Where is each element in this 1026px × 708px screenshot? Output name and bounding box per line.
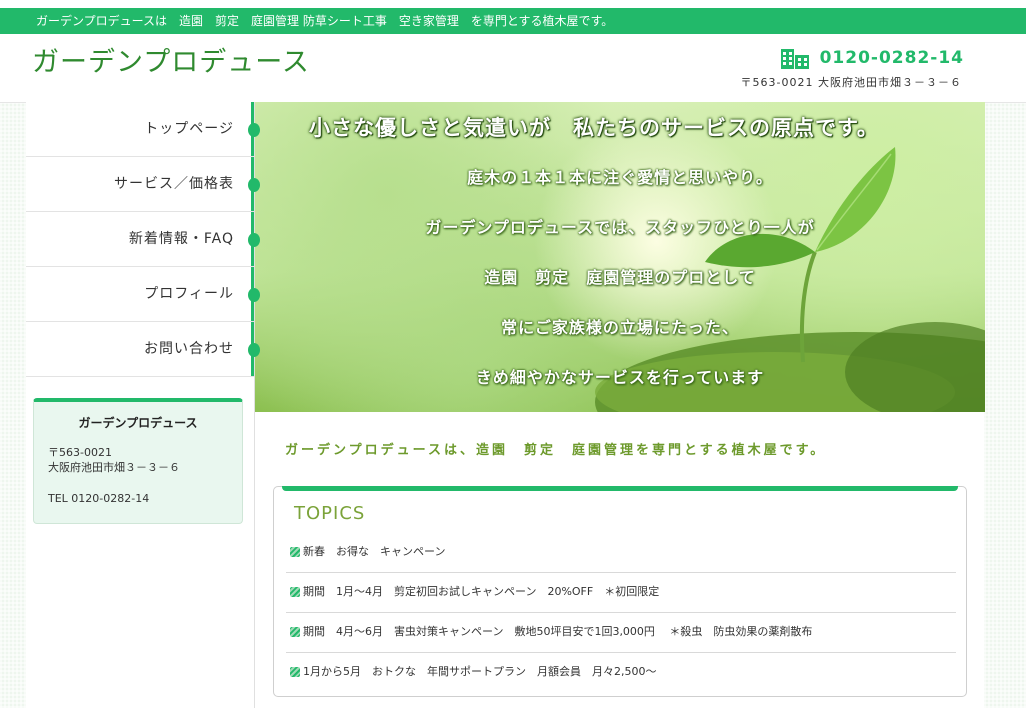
topics-accent-bar: [282, 486, 958, 491]
stripe-bullet-icon: [290, 667, 300, 677]
hero-line: 常にご家族様の立場にたった、: [501, 318, 739, 337]
nav-item-label: 新着情報・FAQ: [128, 231, 234, 247]
topics-panel: TOPICS 新春 お得な キャンペーン 期間 1月～4月 剪定初回お試しキャン…: [273, 486, 967, 697]
nav-item-news[interactable]: 新着情報・FAQ: [26, 212, 260, 267]
info-address: 大阪府池田市畑３－３－６: [48, 461, 180, 474]
nav-item-label: サービス／価格表: [114, 176, 234, 192]
nav-item-contact[interactable]: お問い合わせ: [26, 322, 260, 377]
nav-marker: [248, 233, 260, 247]
tagline-bar: ガーデンプロデュースは 造園 剪定 庭園管理 防草シート工事 空き家管理 を専門…: [0, 8, 1026, 34]
topic-list: 新春 お得な キャンペーン 期間 1月～4月 剪定初回お試しキャンペーン 20%…: [286, 533, 956, 692]
topic-text: 1月から5月 おトクな 年間サポートプラン 月額会員 月々2,500～: [303, 665, 657, 678]
stripe-bullet-icon: [290, 627, 300, 637]
nav-item-services[interactable]: サービス／価格表: [26, 157, 260, 212]
info-title: ガーデンプロデュース: [78, 416, 198, 430]
intro-heading: ガーデンプロデュースは、造園 剪定 庭園管理を専門とする植木屋です。: [285, 443, 827, 458]
site-header: ガーデンプロデュース 0120-0282-14 〒563-0021 大阪府池田市…: [0, 34, 1026, 103]
hero-headline: 小さな優しさと気遣いが 私たちのサービスの原点です。: [309, 116, 879, 140]
nav-item-label: お問い合わせ: [144, 341, 234, 357]
header-address: 〒563-0021 大阪府池田市畑３－３－６: [740, 76, 962, 89]
topic-text: 期間 4月～6月 害虫対策キャンペーン 敷地50坪目安で1回3,000円 ＊殺虫…: [303, 625, 813, 638]
nav-marker: [248, 123, 260, 137]
stripe-bullet-icon: [290, 547, 300, 557]
top-strip: [0, 0, 1026, 8]
building-icon: [780, 49, 809, 69]
nav-marker: [248, 178, 260, 192]
info-postal: 〒563-0021: [48, 446, 112, 459]
nav-item-label: トップページ: [144, 121, 234, 137]
nav-item-top[interactable]: トップページ: [26, 102, 260, 157]
phone-block: 0120-0282-14: [780, 46, 964, 70]
site-title[interactable]: ガーデンプロデュース: [32, 40, 310, 79]
topic-item[interactable]: 1月から5月 おトクな 年間サポートプラン 月額会員 月々2,500～: [286, 653, 956, 692]
topic-item[interactable]: 新春 お得な キャンペーン: [286, 533, 956, 573]
stripe-bullet-icon: [290, 587, 300, 597]
phone-number[interactable]: 0120-0282-14: [820, 48, 964, 68]
sidebar: トップページ サービス／価格表 新着情報・FAQ プロフィール お問い合わせ ガ…: [26, 102, 260, 708]
hero-banner: 小さな優しさと気遣いが 私たちのサービスの原点です。 庭木の１本１本に注ぐ愛情と…: [255, 102, 985, 412]
hero-line: きめ細やかなサービスを行っています: [475, 368, 765, 387]
main-container: トップページ サービス／価格表 新着情報・FAQ プロフィール お問い合わせ ガ…: [26, 102, 985, 708]
topics-title: TOPICS: [294, 503, 366, 524]
tagline-text: ガーデンプロデュースは 造園 剪定 庭園管理 防草シート工事 空き家管理 を専門…: [36, 14, 614, 28]
main-nav: トップページ サービス／価格表 新着情報・FAQ プロフィール お問い合わせ: [26, 102, 260, 377]
nav-item-profile[interactable]: プロフィール: [26, 267, 260, 322]
info-tel: TEL 0120-0282-14: [48, 492, 150, 505]
nav-item-label: プロフィール: [144, 286, 234, 302]
hero-line: 庭木の１本１本に注ぐ愛情と思いやり。: [467, 168, 773, 187]
topic-text: 期間 1月～4月 剪定初回お試しキャンペーン 20%OFF ＊初回限定: [303, 585, 660, 598]
topic-item[interactable]: 期間 1月～4月 剪定初回お試しキャンペーン 20%OFF ＊初回限定: [286, 573, 956, 613]
nav-marker: [248, 288, 260, 302]
nav-marker: [248, 343, 260, 357]
hero-line: 造園 剪定 庭園管理のプロとして: [484, 268, 756, 287]
topic-item[interactable]: 期間 4月～6月 害虫対策キャンペーン 敷地50坪目安で1回3,000円 ＊殺虫…: [286, 613, 956, 653]
topic-text: 新春 お得な キャンペーン: [303, 545, 446, 558]
hero-line: ガーデンプロデュースでは、スタッフひとり一人が: [425, 218, 815, 237]
company-info-box: ガーデンプロデュース 〒563-0021 大阪府池田市畑３－３－６ TEL 01…: [33, 398, 243, 524]
content-area: 小さな優しさと気遣いが 私たちのサービスの原点です。 庭木の１本１本に注ぐ愛情と…: [254, 102, 985, 708]
